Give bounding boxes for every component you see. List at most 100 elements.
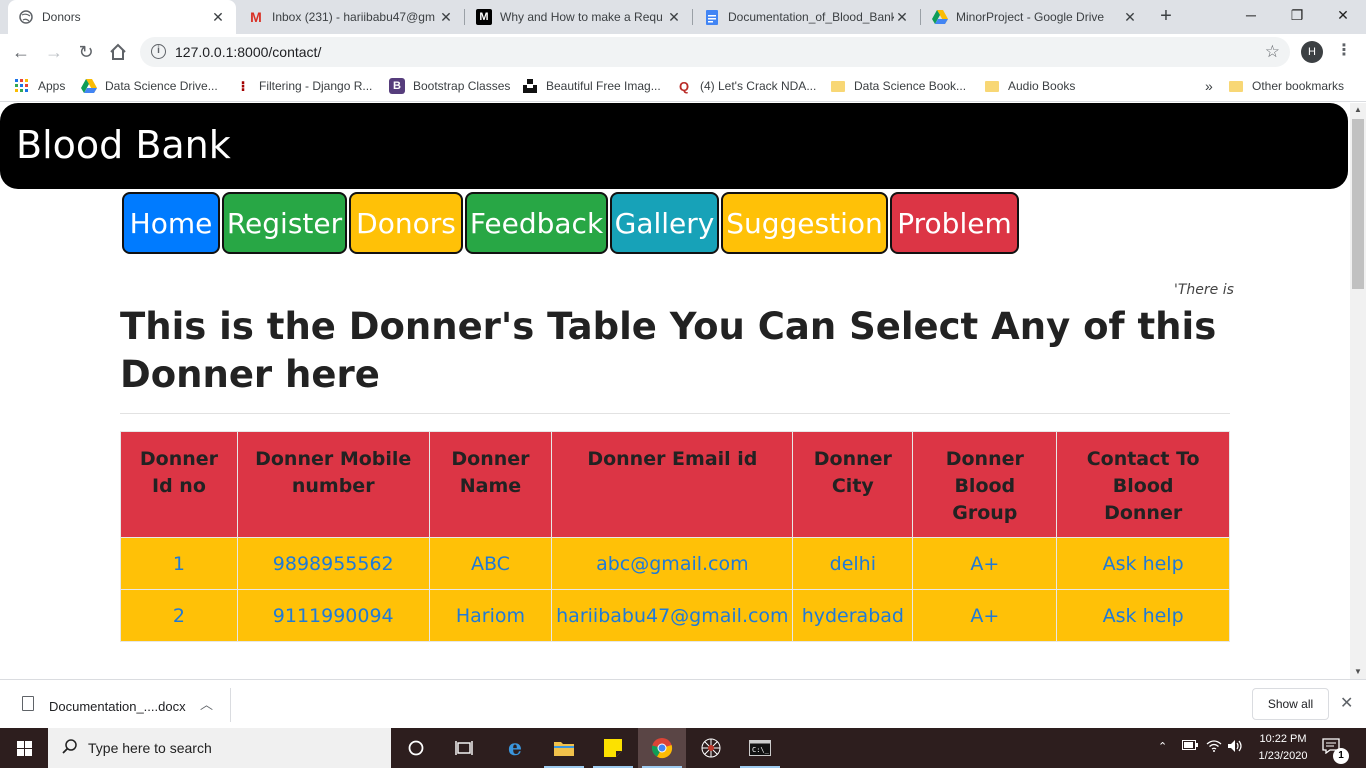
bookmark-free-images[interactable]: Beautiful Free Imag...	[522, 77, 661, 95]
quora-icon: Q	[678, 78, 690, 94]
close-icon[interactable]: ✕	[894, 9, 910, 26]
marquee-text: 'There is	[1174, 282, 1234, 298]
search-placeholder: Type here to search	[88, 740, 212, 756]
nav-register-button[interactable]: Register	[222, 192, 347, 254]
cortana-icon[interactable]	[392, 728, 440, 768]
close-icon[interactable]: ✕	[1122, 9, 1138, 26]
nav-feedback-button[interactable]: Feedback	[465, 192, 608, 254]
reload-button[interactable]: ↻	[74, 40, 98, 64]
close-icon[interactable]: ✕	[1340, 693, 1353, 713]
sticky-notes-icon[interactable]	[589, 728, 637, 768]
more-menu-icon[interactable]: ⋮	[1336, 40, 1352, 60]
tab-divider	[920, 9, 921, 25]
file-explorer-icon[interactable]	[540, 728, 588, 768]
windows-logo-icon	[16, 740, 32, 756]
tab-title: Documentation_of_Blood_Bank	[728, 10, 894, 24]
star-icon[interactable]: ☆	[1265, 42, 1280, 62]
bookmark-label: Data Science Book...	[854, 79, 967, 93]
notification-badge: 1	[1333, 748, 1349, 764]
restore-button[interactable]: ❐	[1274, 0, 1320, 32]
bookmark-data-science-drive[interactable]: Data Science Drive...	[81, 77, 218, 95]
table-row: 2 9111990094 Hariom hariibabu47@gmail.co…	[120, 589, 1230, 642]
volume-icon[interactable]	[1228, 740, 1244, 755]
tab-title: Donors	[42, 10, 81, 24]
cell-blood-group[interactable]: A+	[912, 537, 1058, 590]
forward-button[interactable]: →	[42, 40, 66, 64]
nav-home-button[interactable]: Home	[122, 192, 220, 254]
other-bookmarks[interactable]: Other bookmarks	[1228, 77, 1344, 95]
divider	[120, 413, 1230, 414]
tab-docs[interactable]: Documentation_of_Blood_Bank ✕	[694, 0, 920, 34]
url-text: 127.0.0.1:8000/contact/	[175, 44, 322, 60]
tab-drive[interactable]: MinorProject - Google Drive ✕	[922, 0, 1148, 34]
cell-city[interactable]: delhi	[792, 537, 914, 590]
download-shelf: Documentation_....docx ︿ Show all ✕	[0, 679, 1366, 728]
close-icon[interactable]: ✕	[666, 9, 682, 26]
cell-mobile[interactable]: 9898955562	[236, 537, 430, 590]
tab-donors[interactable]: Donors ✕	[8, 0, 236, 34]
taskbar-search[interactable]: Type here to search	[48, 728, 391, 768]
docs-icon	[704, 9, 720, 25]
scroll-down-arrow-icon[interactable]: ▼	[1350, 665, 1366, 679]
browser-toolbar: ← → ↻ i 127.0.0.1:8000/contact/ ☆	[0, 34, 1366, 70]
battery-icon[interactable]	[1182, 740, 1198, 753]
close-icon[interactable]: ✕	[438, 9, 454, 26]
ask-help-link[interactable]: Ask help	[1056, 589, 1230, 642]
info-icon[interactable]: i	[151, 44, 166, 59]
new-tab-button[interactable]: +	[1155, 5, 1177, 27]
spider-app-icon[interactable]	[687, 728, 735, 768]
nav-gallery-button[interactable]: Gallery	[610, 192, 719, 254]
home-button[interactable]	[106, 40, 130, 64]
cell-id[interactable]: 2	[120, 589, 238, 642]
bookmark-folder-audio-books[interactable]: Audio Books	[984, 77, 1075, 95]
download-item[interactable]: Documentation_....docx	[49, 699, 186, 714]
bookmark-quora[interactable]: Q (4) Let's Crack NDA...	[676, 77, 816, 95]
start-button[interactable]	[0, 728, 48, 768]
minimize-button[interactable]: ─	[1228, 0, 1274, 32]
bookmark-label: Filtering - Django R...	[259, 79, 373, 93]
cell-blood-group[interactable]: A+	[912, 589, 1058, 642]
page-scrollbar[interactable]: ▲ ▼	[1350, 103, 1366, 679]
cell-email[interactable]: hariibabu47@gmail.com	[551, 589, 794, 642]
bookmark-bootstrap-classes[interactable]: B Bootstrap Classes	[389, 77, 510, 95]
drive-icon	[81, 78, 97, 94]
terminal-icon[interactable]: C:\_	[736, 728, 784, 768]
scroll-up-arrow-icon[interactable]: ▲	[1350, 103, 1366, 117]
tab-gmail[interactable]: M Inbox (231) - hariibabu47@gm ✕	[238, 0, 464, 34]
bookmarks-overflow-button[interactable]: »	[1205, 77, 1213, 95]
system-clock[interactable]: 10:22 PM 1/23/2020	[1252, 731, 1314, 765]
bookmark-filtering-django[interactable]: ⁝ Filtering - Django R...	[235, 77, 372, 95]
back-button[interactable]: ←	[9, 40, 33, 64]
chevron-up-icon[interactable]: ⌃	[1158, 740, 1167, 753]
wifi-icon[interactable]	[1206, 740, 1222, 755]
window-close-button[interactable]: ✕	[1320, 0, 1366, 32]
unsplash-icon	[522, 78, 538, 94]
nav-suggestion-button[interactable]: Suggestion	[721, 192, 888, 254]
cell-mobile[interactable]: 9111990094	[236, 589, 430, 642]
cell-name[interactable]: Hariom	[428, 589, 553, 642]
site-brand[interactable]: Blood Bank	[16, 123, 231, 167]
tab-title: MinorProject - Google Drive	[956, 10, 1105, 24]
cell-name[interactable]: ABC	[428, 537, 553, 590]
close-icon[interactable]: ✕	[210, 9, 226, 26]
chevron-up-icon[interactable]: ︿	[200, 694, 213, 713]
edge-icon[interactable]: e	[491, 728, 539, 768]
bookmark-apps[interactable]: Apps	[14, 77, 65, 95]
avatar[interactable]: H	[1301, 41, 1323, 63]
cell-email[interactable]: abc@gmail.com	[551, 537, 794, 590]
address-bar[interactable]: i 127.0.0.1:8000/contact/ ☆	[140, 37, 1290, 67]
bookmark-folder-data-science-books[interactable]: Data Science Book...	[830, 77, 966, 95]
task-view-icon[interactable]	[440, 728, 488, 768]
bookmark-label: Data Science Drive...	[105, 79, 218, 93]
cell-id[interactable]: 1	[120, 537, 238, 590]
scroll-thumb[interactable]	[1352, 119, 1364, 289]
nav-problem-button[interactable]: Problem	[890, 192, 1019, 254]
ask-help-link[interactable]: Ask help	[1056, 537, 1230, 590]
tab-medium[interactable]: M Why and How to make a Requ ✕	[466, 0, 692, 34]
chrome-icon[interactable]	[638, 728, 686, 768]
nav-donors-button[interactable]: Donors	[349, 192, 463, 254]
show-all-button[interactable]: Show all	[1252, 688, 1329, 720]
column-header-id: Donner Id no	[120, 431, 238, 538]
bookmark-label: Audio Books	[1008, 79, 1076, 93]
cell-city[interactable]: hyderabad	[792, 589, 914, 642]
